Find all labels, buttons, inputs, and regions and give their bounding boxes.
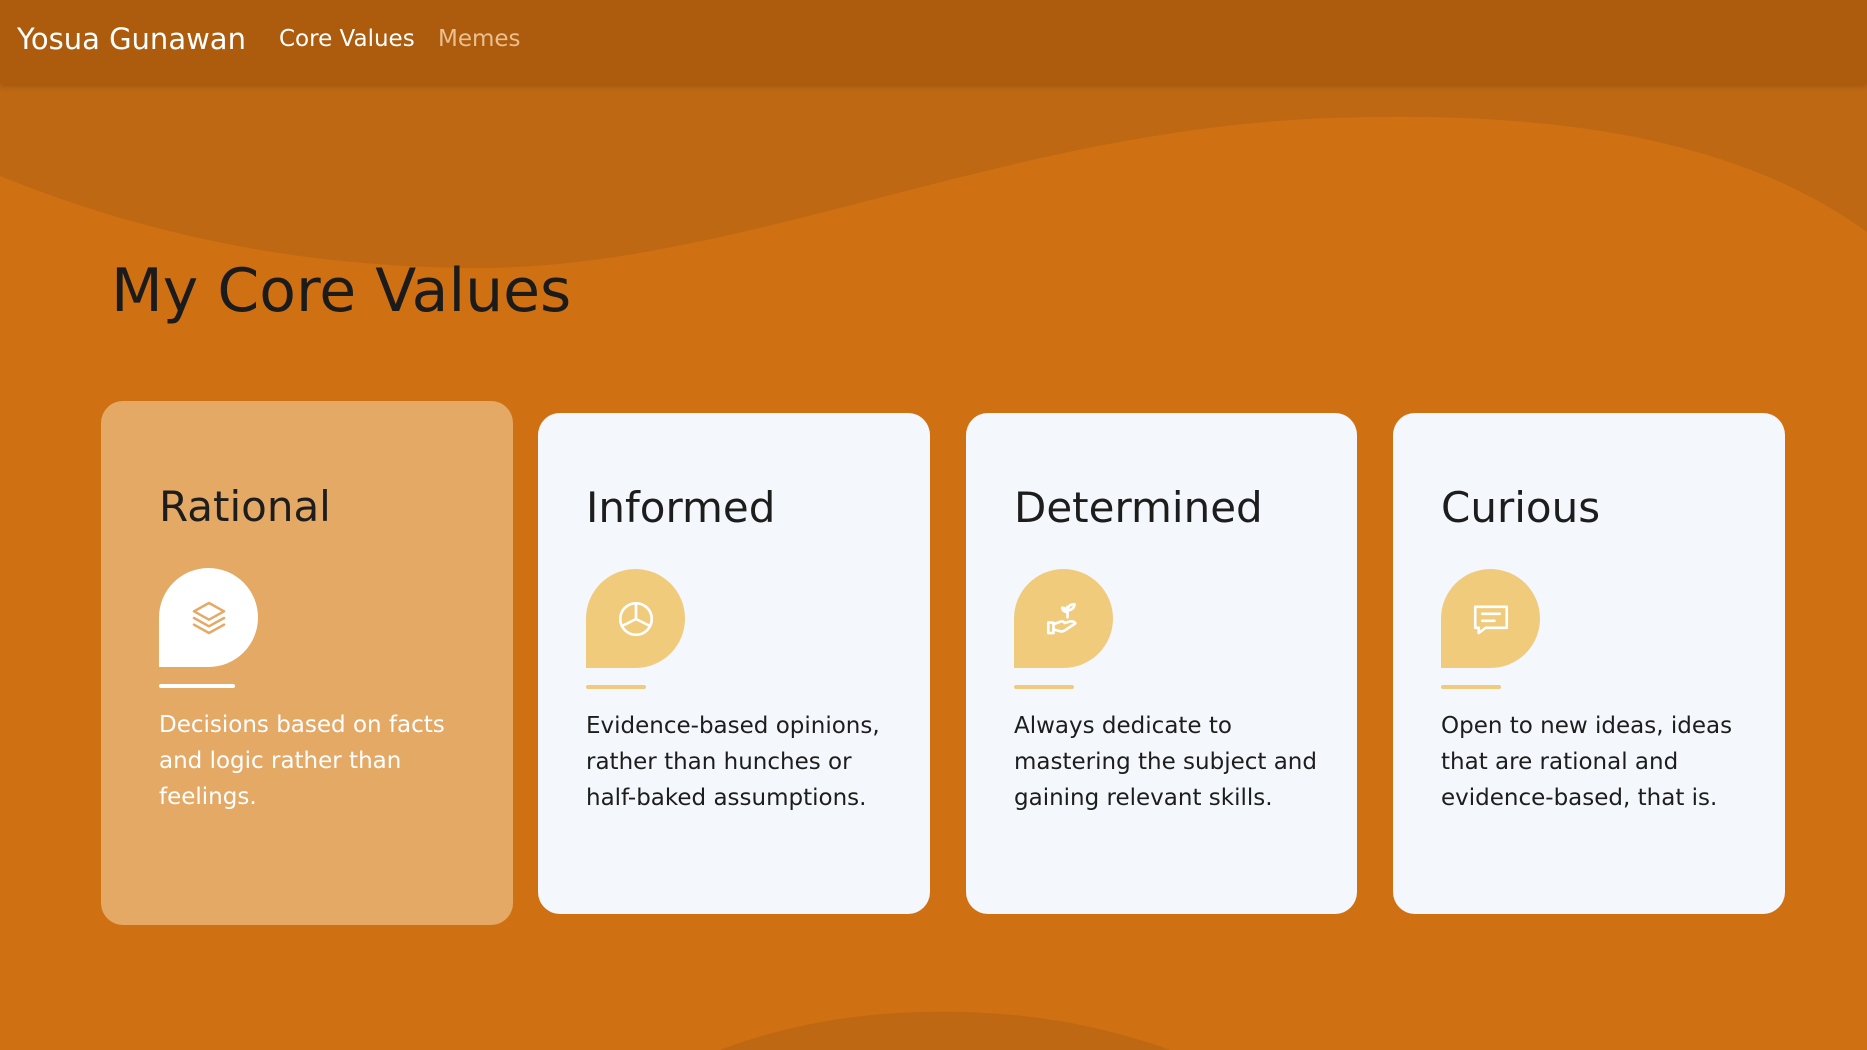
card-description: Decisions based on facts and logic rathe… (159, 712, 445, 810)
value-card-rational[interactable]: Rational Decisions based on facts and lo… (101, 401, 513, 925)
value-card-determined[interactable]: Determined Always dedicate to mastering … (966, 413, 1357, 914)
card-title: Curious (1441, 483, 1601, 532)
navbar: Yosua Gunawan Core Values Memes (0, 0, 1867, 84)
pie-chart-icon (618, 601, 653, 636)
growth-hand-icon (1046, 602, 1077, 634)
brand-link[interactable]: Yosua Gunawan (17, 22, 246, 56)
card-underline (1014, 685, 1074, 689)
card-underline (1441, 685, 1501, 689)
layers-icon (192, 601, 225, 634)
card-underline (586, 685, 646, 689)
card-icon-badge (1441, 569, 1540, 668)
nav-link-core-values[interactable]: Core Values (279, 26, 415, 52)
card-icon-badge (1014, 569, 1113, 668)
card-underline (159, 684, 235, 688)
card-title: Informed (586, 483, 776, 532)
card-title: Determined (1014, 483, 1263, 532)
card-icon-badge (586, 569, 685, 668)
card-description: Open to new ideas, ideas that are ration… (1441, 713, 1733, 811)
card-description: Evidence-based opinions, rather than hun… (586, 713, 880, 811)
nav-link-memes[interactable]: Memes (438, 26, 521, 52)
card-title: Rational (159, 482, 331, 531)
value-card-curious[interactable]: Curious Open to new ideas, ideas that ar… (1393, 413, 1785, 914)
message-icon (1473, 604, 1508, 634)
card-icon-badge (159, 568, 258, 667)
value-card-informed[interactable]: Informed Evidence-based opinions, rather… (538, 413, 930, 914)
page-title: My Core Values (111, 256, 572, 326)
card-description: Always dedicate to mastering the subject… (1014, 713, 1317, 811)
